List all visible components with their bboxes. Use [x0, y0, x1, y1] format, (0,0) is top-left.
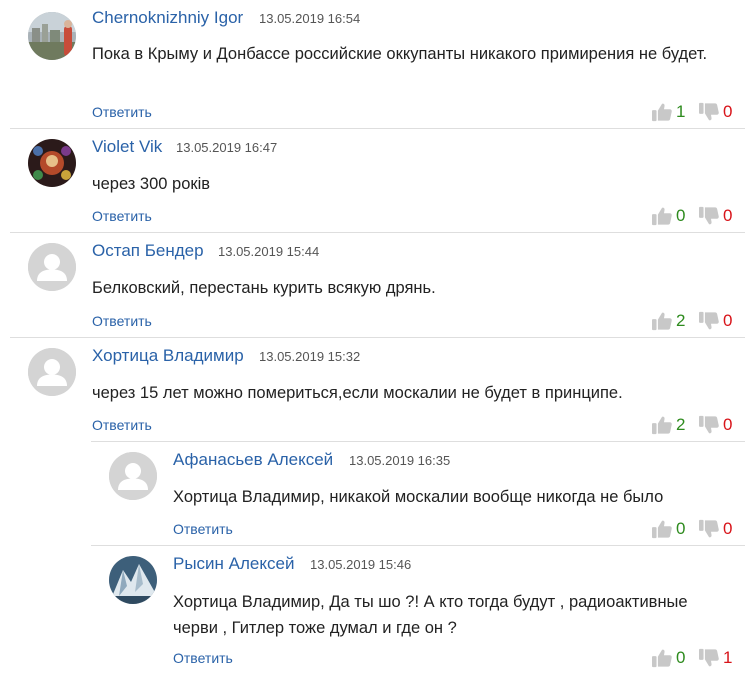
- dislike-button[interactable]: 0: [698, 102, 735, 122]
- comment-author[interactable]: Афанасьев Алексей: [173, 450, 333, 470]
- like-count: 2: [676, 311, 686, 330]
- comment-author[interactable]: Хортица Владимир: [92, 346, 244, 366]
- reply-link[interactable]: Ответить: [92, 313, 152, 329]
- reply-link[interactable]: Ответить: [173, 650, 233, 666]
- thumb-up-icon: [651, 415, 673, 435]
- like-button[interactable]: 2: [651, 415, 688, 435]
- comment-text: Белковский, перестань курить всякую дрян…: [92, 279, 436, 297]
- default-avatar-icon: [109, 452, 157, 500]
- dislike-count: 0: [723, 102, 733, 121]
- thumb-down-icon: [698, 206, 720, 226]
- thumb-down-icon: [698, 648, 720, 668]
- like-count: 2: [676, 415, 686, 434]
- comment-text: через 15 лет можно помериться,если моска…: [92, 384, 623, 402]
- like-button[interactable]: 0: [651, 648, 688, 668]
- comment: Остап Бендер 13.05.2019 15:44 Белковский…: [10, 233, 745, 337]
- dislike-button[interactable]: 0: [698, 519, 735, 539]
- vote-controls: 1 0: [651, 101, 735, 123]
- reply-comment: Рысин Алексей 13.05.2019 15:46 Хортица В…: [91, 546, 745, 673]
- thumb-up-icon: [651, 102, 673, 122]
- reply-link[interactable]: Ответить: [92, 417, 152, 433]
- comment-date: 13.05.2019 15:32: [259, 349, 361, 364]
- default-avatar-icon: [28, 243, 76, 291]
- thumb-down-icon: [698, 102, 720, 122]
- comment: Violet Vik 13.05.2019 16:47 через 300 ро…: [10, 129, 745, 233]
- comment-author[interactable]: Остап Бендер: [92, 241, 204, 261]
- comment-date: 13.05.2019 16:47: [176, 140, 278, 155]
- comment-author[interactable]: Violet Vik: [92, 137, 162, 157]
- like-button[interactable]: 1: [651, 102, 688, 122]
- avatar[interactable]: [109, 556, 157, 604]
- dislike-count: 0: [723, 206, 733, 225]
- comment: Хортица Владимир 13.05.2019 15:32 через …: [10, 338, 745, 442]
- comment-text: Пока в Крыму и Донбассе российские оккуп…: [92, 45, 708, 63]
- dislike-count: 1: [723, 648, 733, 667]
- thumb-up-icon: [651, 311, 673, 331]
- reply-comment: Афанасьев Алексей 13.05.2019 16:35 Хорти…: [91, 442, 745, 546]
- comment-date: 13.05.2019 15:46: [310, 557, 412, 572]
- comment-text: Хортица Владимир, Да ты шо ?! А кто тогд…: [173, 593, 688, 637]
- vote-controls: 2 0: [651, 310, 735, 332]
- comment-text: Хортица Владимир, никакой москалии вообщ…: [173, 488, 664, 506]
- default-avatar-icon: [28, 348, 76, 396]
- vote-controls: 0 0: [651, 205, 735, 227]
- like-count: 1: [676, 102, 686, 121]
- dislike-count: 0: [723, 415, 733, 434]
- like-button[interactable]: 2: [651, 311, 688, 331]
- like-button[interactable]: 0: [651, 519, 688, 539]
- dislike-count: 0: [723, 519, 733, 538]
- thumb-down-icon: [698, 311, 720, 331]
- thumb-down-icon: [698, 415, 720, 435]
- like-count: 0: [676, 206, 686, 225]
- reply-link[interactable]: Ответить: [92, 104, 152, 120]
- thumb-up-icon: [651, 648, 673, 668]
- comment-date: 13.05.2019 15:44: [218, 244, 320, 259]
- vote-controls: 0 1: [651, 647, 735, 669]
- dislike-button[interactable]: 0: [698, 415, 735, 435]
- thumb-up-icon: [651, 206, 673, 226]
- vote-controls: 0 0: [651, 518, 735, 540]
- comment-date: 13.05.2019 16:35: [349, 453, 451, 468]
- avatar[interactable]: [28, 12, 76, 60]
- dislike-button[interactable]: 0: [698, 206, 735, 226]
- vote-controls: 2 0: [651, 414, 735, 436]
- dislike-button[interactable]: 1: [698, 648, 735, 668]
- thumb-up-icon: [651, 519, 673, 539]
- dislike-count: 0: [723, 311, 733, 330]
- avatar[interactable]: [28, 139, 76, 187]
- like-count: 0: [676, 519, 686, 538]
- reply-link[interactable]: Ответить: [173, 521, 233, 537]
- comment: Chernoknizhniy Igor 13.05.2019 16:54 Пок…: [10, 0, 745, 128]
- dislike-button[interactable]: 0: [698, 311, 735, 331]
- comment-text: через 300 років: [92, 175, 211, 193]
- comment-date: 13.05.2019 16:54: [259, 11, 361, 26]
- thumb-down-icon: [698, 519, 720, 539]
- reply-link[interactable]: Ответить: [92, 208, 152, 224]
- like-button[interactable]: 0: [651, 206, 688, 226]
- like-count: 0: [676, 648, 686, 667]
- comment-author[interactable]: Chernoknizhniy Igor: [92, 8, 243, 28]
- avatar[interactable]: [28, 243, 76, 291]
- comments-list: Chernoknizhniy Igor 13.05.2019 16:54 Пок…: [0, 0, 755, 673]
- avatar[interactable]: [28, 348, 76, 396]
- comment-author[interactable]: Рысин Алексей: [173, 554, 294, 574]
- avatar[interactable]: [109, 452, 157, 500]
